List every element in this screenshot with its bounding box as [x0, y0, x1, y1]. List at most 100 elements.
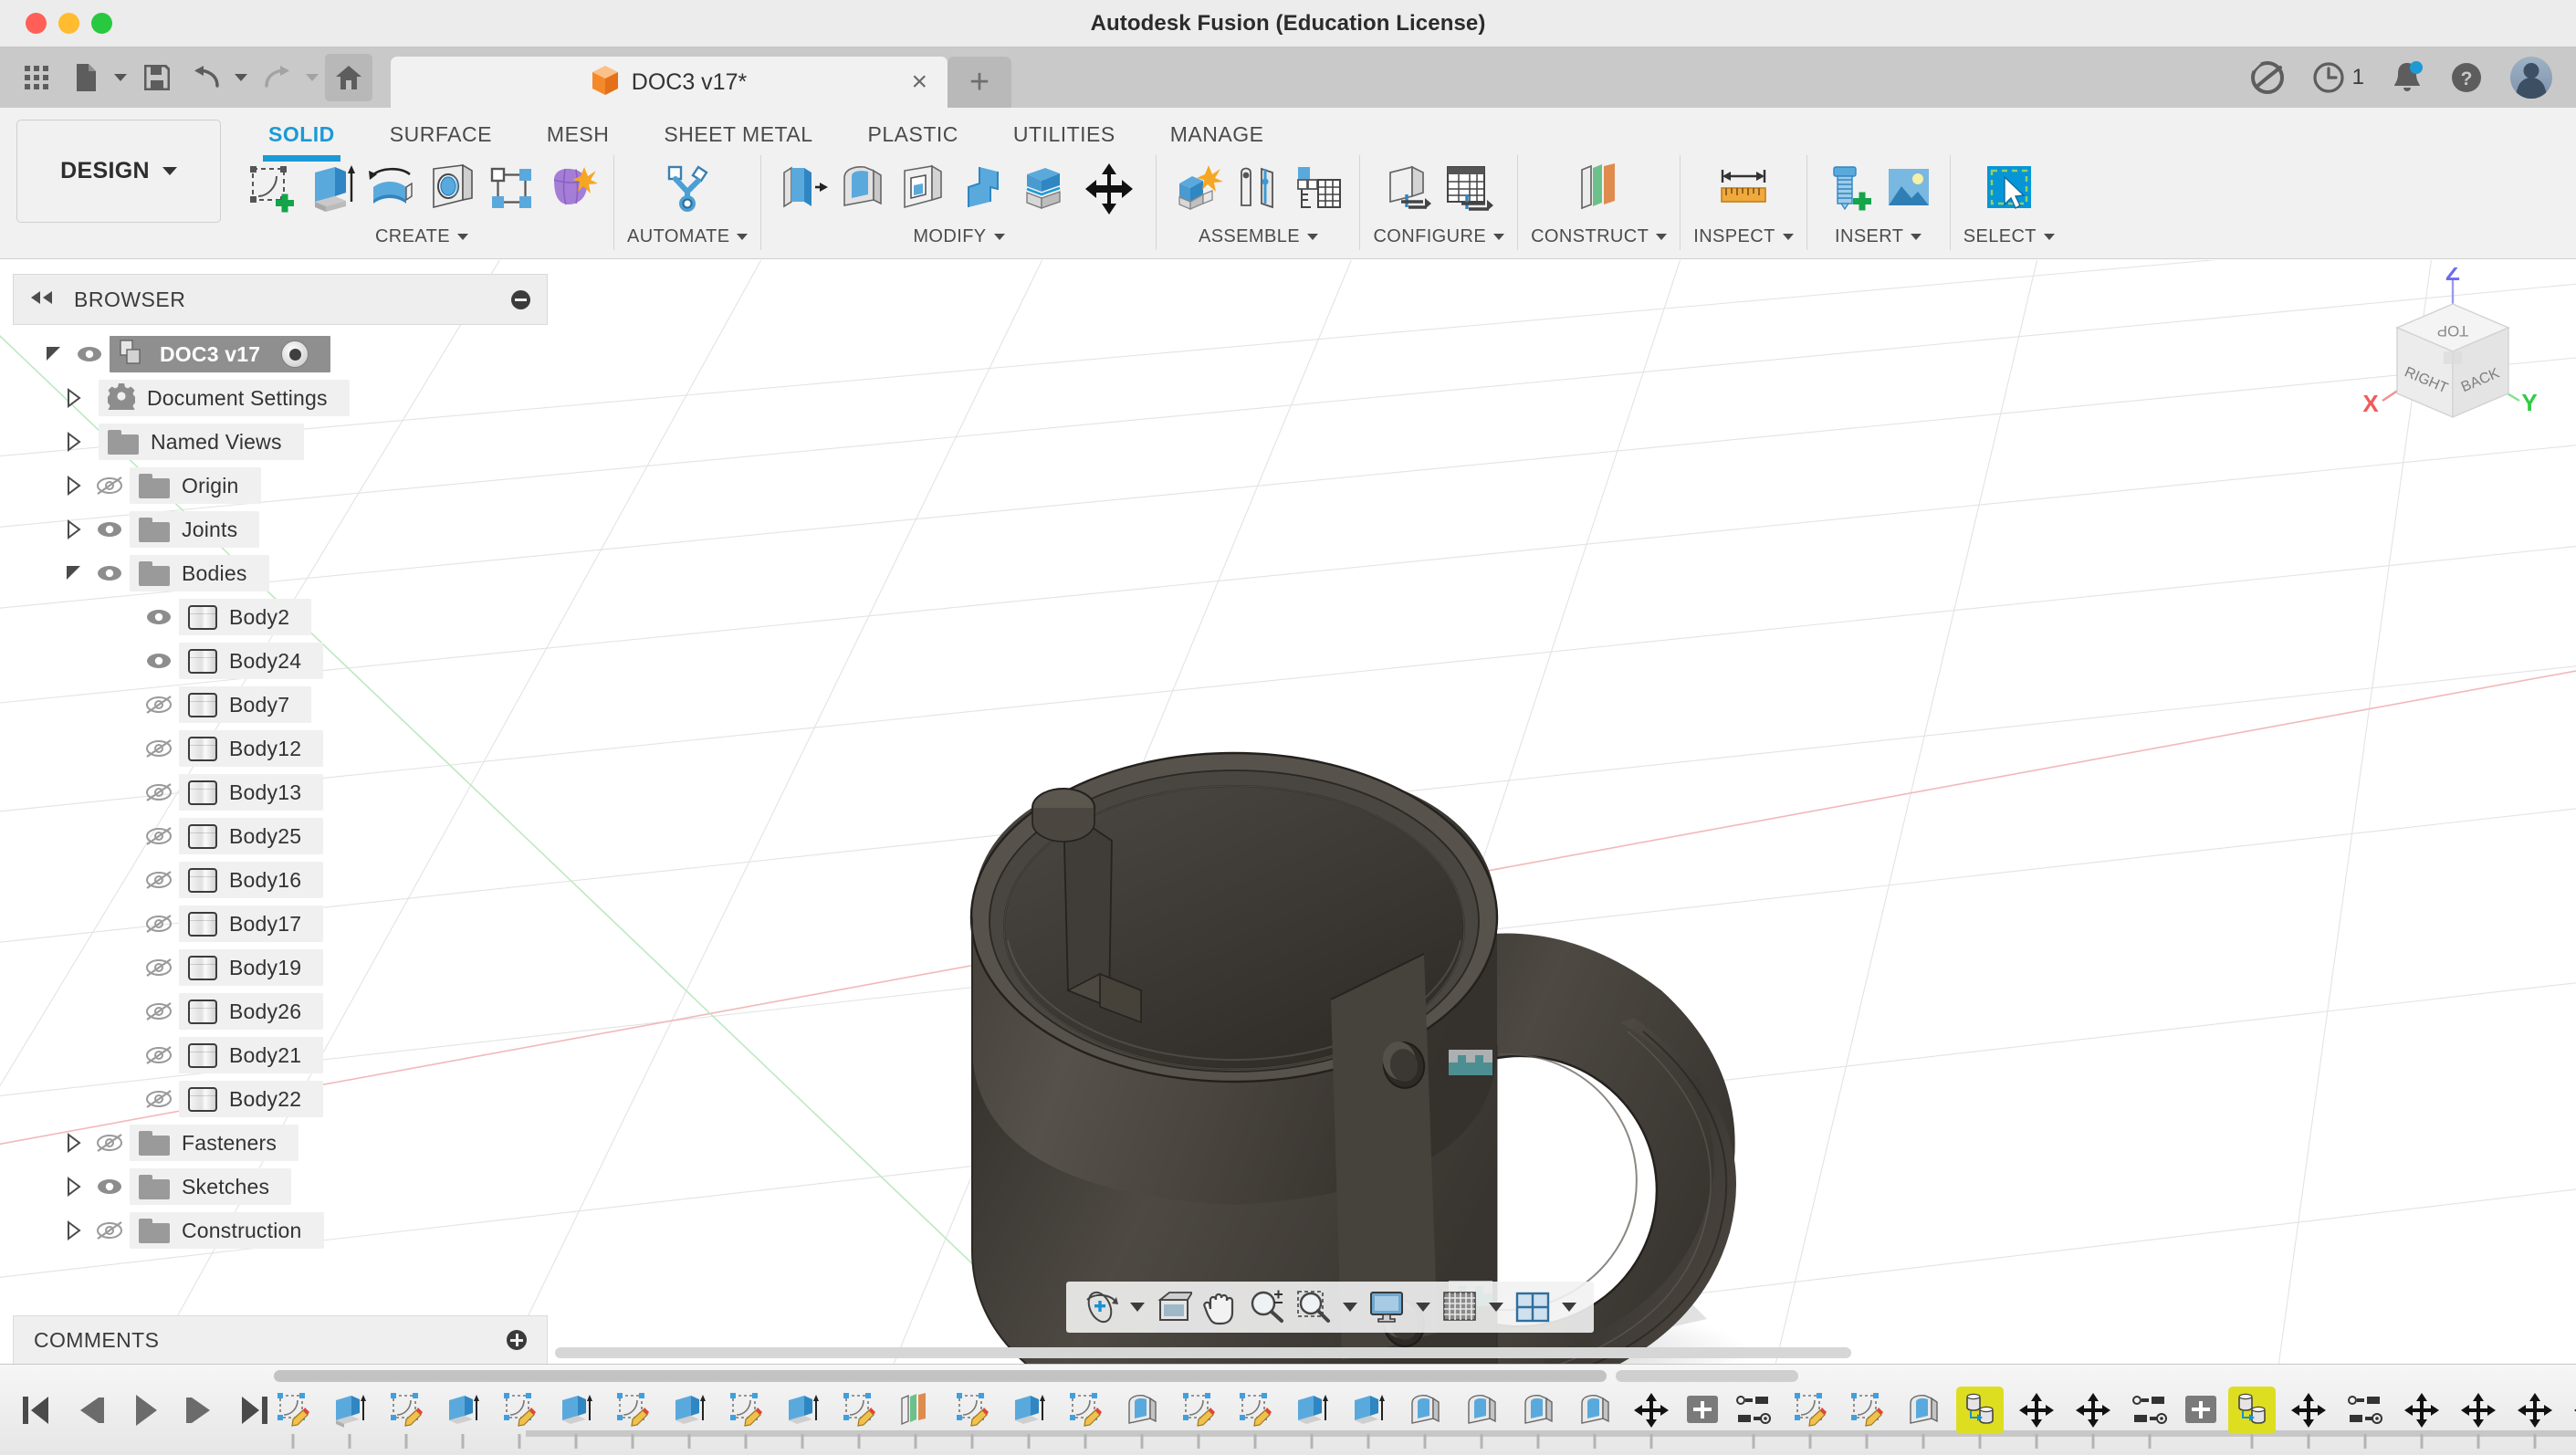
- go-to-beginning-icon[interactable]: [20, 1393, 51, 1428]
- view-cube[interactable]: Z X Y TOP RIGHT BACK: [2340, 260, 2550, 450]
- timeline-feature-sketch[interactable]: [1786, 1387, 1834, 1434]
- tree-row-body26[interactable]: Body26: [13, 989, 560, 1033]
- timeline-feature-sketch[interactable]: [1231, 1387, 1279, 1434]
- timeline-feature-config[interactable]: [2341, 1387, 2389, 1434]
- timeline-feature-sketch[interactable]: [609, 1387, 656, 1434]
- workspace-selector-button[interactable]: DESIGN: [16, 120, 221, 223]
- timeline-group-marker[interactable]: [2185, 1395, 2216, 1423]
- ribbon-group-select-label[interactable]: SELECT: [1963, 226, 2055, 247]
- timeline-feature-move[interactable]: [2285, 1387, 2332, 1434]
- tree-label-box[interactable]: Sketches: [130, 1168, 292, 1205]
- visibility-toggle[interactable]: [139, 1077, 179, 1121]
- tree-label-box[interactable]: Body7: [179, 686, 312, 723]
- timeline-feature-extrude[interactable]: [326, 1387, 373, 1434]
- new-file-caret[interactable]: [111, 54, 131, 101]
- tab-utilities[interactable]: UTILITIES: [986, 108, 1143, 154]
- tree-label-box[interactable]: Body13: [179, 774, 324, 811]
- comments-panel-header[interactable]: COMMENTS: [13, 1315, 548, 1365]
- tab-solid[interactable]: SOLID: [241, 108, 362, 162]
- tree-row-bodies[interactable]: Bodies: [13, 551, 560, 595]
- timeline-feature-fillet[interactable]: [1118, 1387, 1166, 1434]
- visibility-toggle[interactable]: [139, 1033, 179, 1077]
- split-face-icon[interactable]: [1015, 157, 1072, 221]
- tree-row-body2[interactable]: Body2: [13, 595, 560, 639]
- new-file-button[interactable]: [62, 54, 110, 101]
- minimize-icon[interactable]: [511, 289, 530, 309]
- tree-label-box[interactable]: Origin: [130, 467, 261, 504]
- visibility-toggle[interactable]: [89, 464, 130, 508]
- pattern-icon[interactable]: [484, 157, 540, 221]
- twisty-closed[interactable]: [58, 1209, 89, 1252]
- tree-row-body17[interactable]: Body17: [13, 902, 560, 946]
- visibility-toggle[interactable]: [69, 332, 110, 376]
- tree-row-body7[interactable]: Body7: [13, 683, 560, 727]
- timeline-feature-copy-body-highlighted[interactable]: [2228, 1386, 2276, 1434]
- tree-label-box[interactable]: Bodies: [130, 555, 269, 591]
- zoom-window-icon[interactable]: [1292, 1285, 1335, 1329]
- visibility-toggle[interactable]: [89, 551, 130, 595]
- canvas-horizontal-scrollbar[interactable]: [555, 1347, 1851, 1358]
- form-icon[interactable]: [544, 157, 601, 221]
- tree-label-box[interactable]: Construction: [130, 1212, 324, 1249]
- tree-row-doc3[interactable]: DOC3 v17: [13, 332, 560, 376]
- ribbon-group-construct-label[interactable]: CONSTRUCT: [1531, 226, 1668, 247]
- timeline-feature-sketch[interactable]: [1843, 1387, 1890, 1434]
- twisty-closed[interactable]: [58, 376, 89, 420]
- timeline-feature-extrude[interactable]: [665, 1387, 713, 1434]
- tab-mesh[interactable]: MESH: [519, 108, 636, 154]
- timeline-feature-extrude[interactable]: [439, 1387, 487, 1434]
- app-grid-button[interactable]: [13, 54, 60, 101]
- timeline-feature-move[interactable]: [2069, 1387, 2117, 1434]
- joint-icon[interactable]: [1230, 157, 1286, 221]
- grid-snap-icon[interactable]: [1438, 1285, 1482, 1329]
- joint-origin-icon[interactable]: [1290, 157, 1346, 221]
- tree-label-box[interactable]: Fasteners: [130, 1125, 299, 1161]
- redo-caret[interactable]: [303, 54, 323, 101]
- viewports-caret[interactable]: [1557, 1285, 1581, 1329]
- hole-icon[interactable]: [424, 157, 480, 221]
- revolve-icon[interactable]: [363, 157, 420, 221]
- timeline-feature-config[interactable]: [1730, 1387, 1777, 1434]
- tree-row-body13[interactable]: Body13: [13, 770, 560, 814]
- twisty-closed[interactable]: [58, 508, 89, 551]
- extension-icon[interactable]: [2250, 60, 2285, 95]
- home-button[interactable]: [325, 54, 372, 101]
- close-icon[interactable]: ×: [911, 68, 927, 96]
- timeline-feature-extrude[interactable]: [552, 1387, 600, 1434]
- grid-snap-caret[interactable]: [1484, 1285, 1508, 1329]
- twisty-closed[interactable]: [58, 464, 89, 508]
- twisty-closed[interactable]: [58, 1165, 89, 1209]
- shell-icon[interactable]: [895, 157, 951, 221]
- timeline-feature-extrude[interactable]: [1005, 1387, 1052, 1434]
- timeline-feature-extrude[interactable]: [779, 1387, 826, 1434]
- configure-design-icon[interactable]: [1380, 157, 1437, 221]
- timeline-feature-move[interactable]: [1628, 1387, 1675, 1434]
- plus-icon[interactable]: [507, 1330, 527, 1350]
- display-settings-caret[interactable]: [1411, 1285, 1435, 1329]
- tree-row-origin[interactable]: Origin: [13, 464, 560, 508]
- tree-label-box[interactable]: Body25: [179, 818, 324, 854]
- tree-row-fasteners[interactable]: Fasteners: [13, 1121, 560, 1165]
- tree-label-box[interactable]: Body2: [179, 599, 312, 635]
- ribbon-group-inspect-label[interactable]: INSPECT: [1693, 226, 1794, 247]
- timeline-feature-sketch[interactable]: [1175, 1387, 1222, 1434]
- tree-label-box[interactable]: Document Settings: [99, 380, 350, 416]
- collapse-left-icon[interactable]: [30, 290, 54, 309]
- zoom-window-caret[interactable]: [1338, 1285, 1362, 1329]
- pan-icon[interactable]: [1199, 1285, 1242, 1329]
- display-settings-icon[interactable]: [1365, 1285, 1408, 1329]
- timeline-feature-sketch[interactable]: [1062, 1387, 1109, 1434]
- timeline-feature-extrude[interactable]: [1288, 1387, 1335, 1434]
- visibility-toggle[interactable]: [139, 727, 179, 770]
- visibility-toggle[interactable]: [139, 639, 179, 683]
- timeline-feature-move[interactable]: [2511, 1387, 2559, 1434]
- tree-label-box[interactable]: Body17: [179, 905, 324, 942]
- tree-row-document-settings[interactable]: Document Settings: [13, 376, 560, 420]
- timeline-group-marker[interactable]: [1687, 1395, 1718, 1423]
- twisty-closed[interactable]: [58, 420, 89, 464]
- tree-row-body24[interactable]: Body24: [13, 639, 560, 683]
- orbit-caret[interactable]: [1126, 1285, 1149, 1329]
- timeline-feature-extrude[interactable]: [1345, 1387, 1392, 1434]
- timeline-feature-fillet[interactable]: [1514, 1387, 1562, 1434]
- undo-caret[interactable]: [232, 54, 252, 101]
